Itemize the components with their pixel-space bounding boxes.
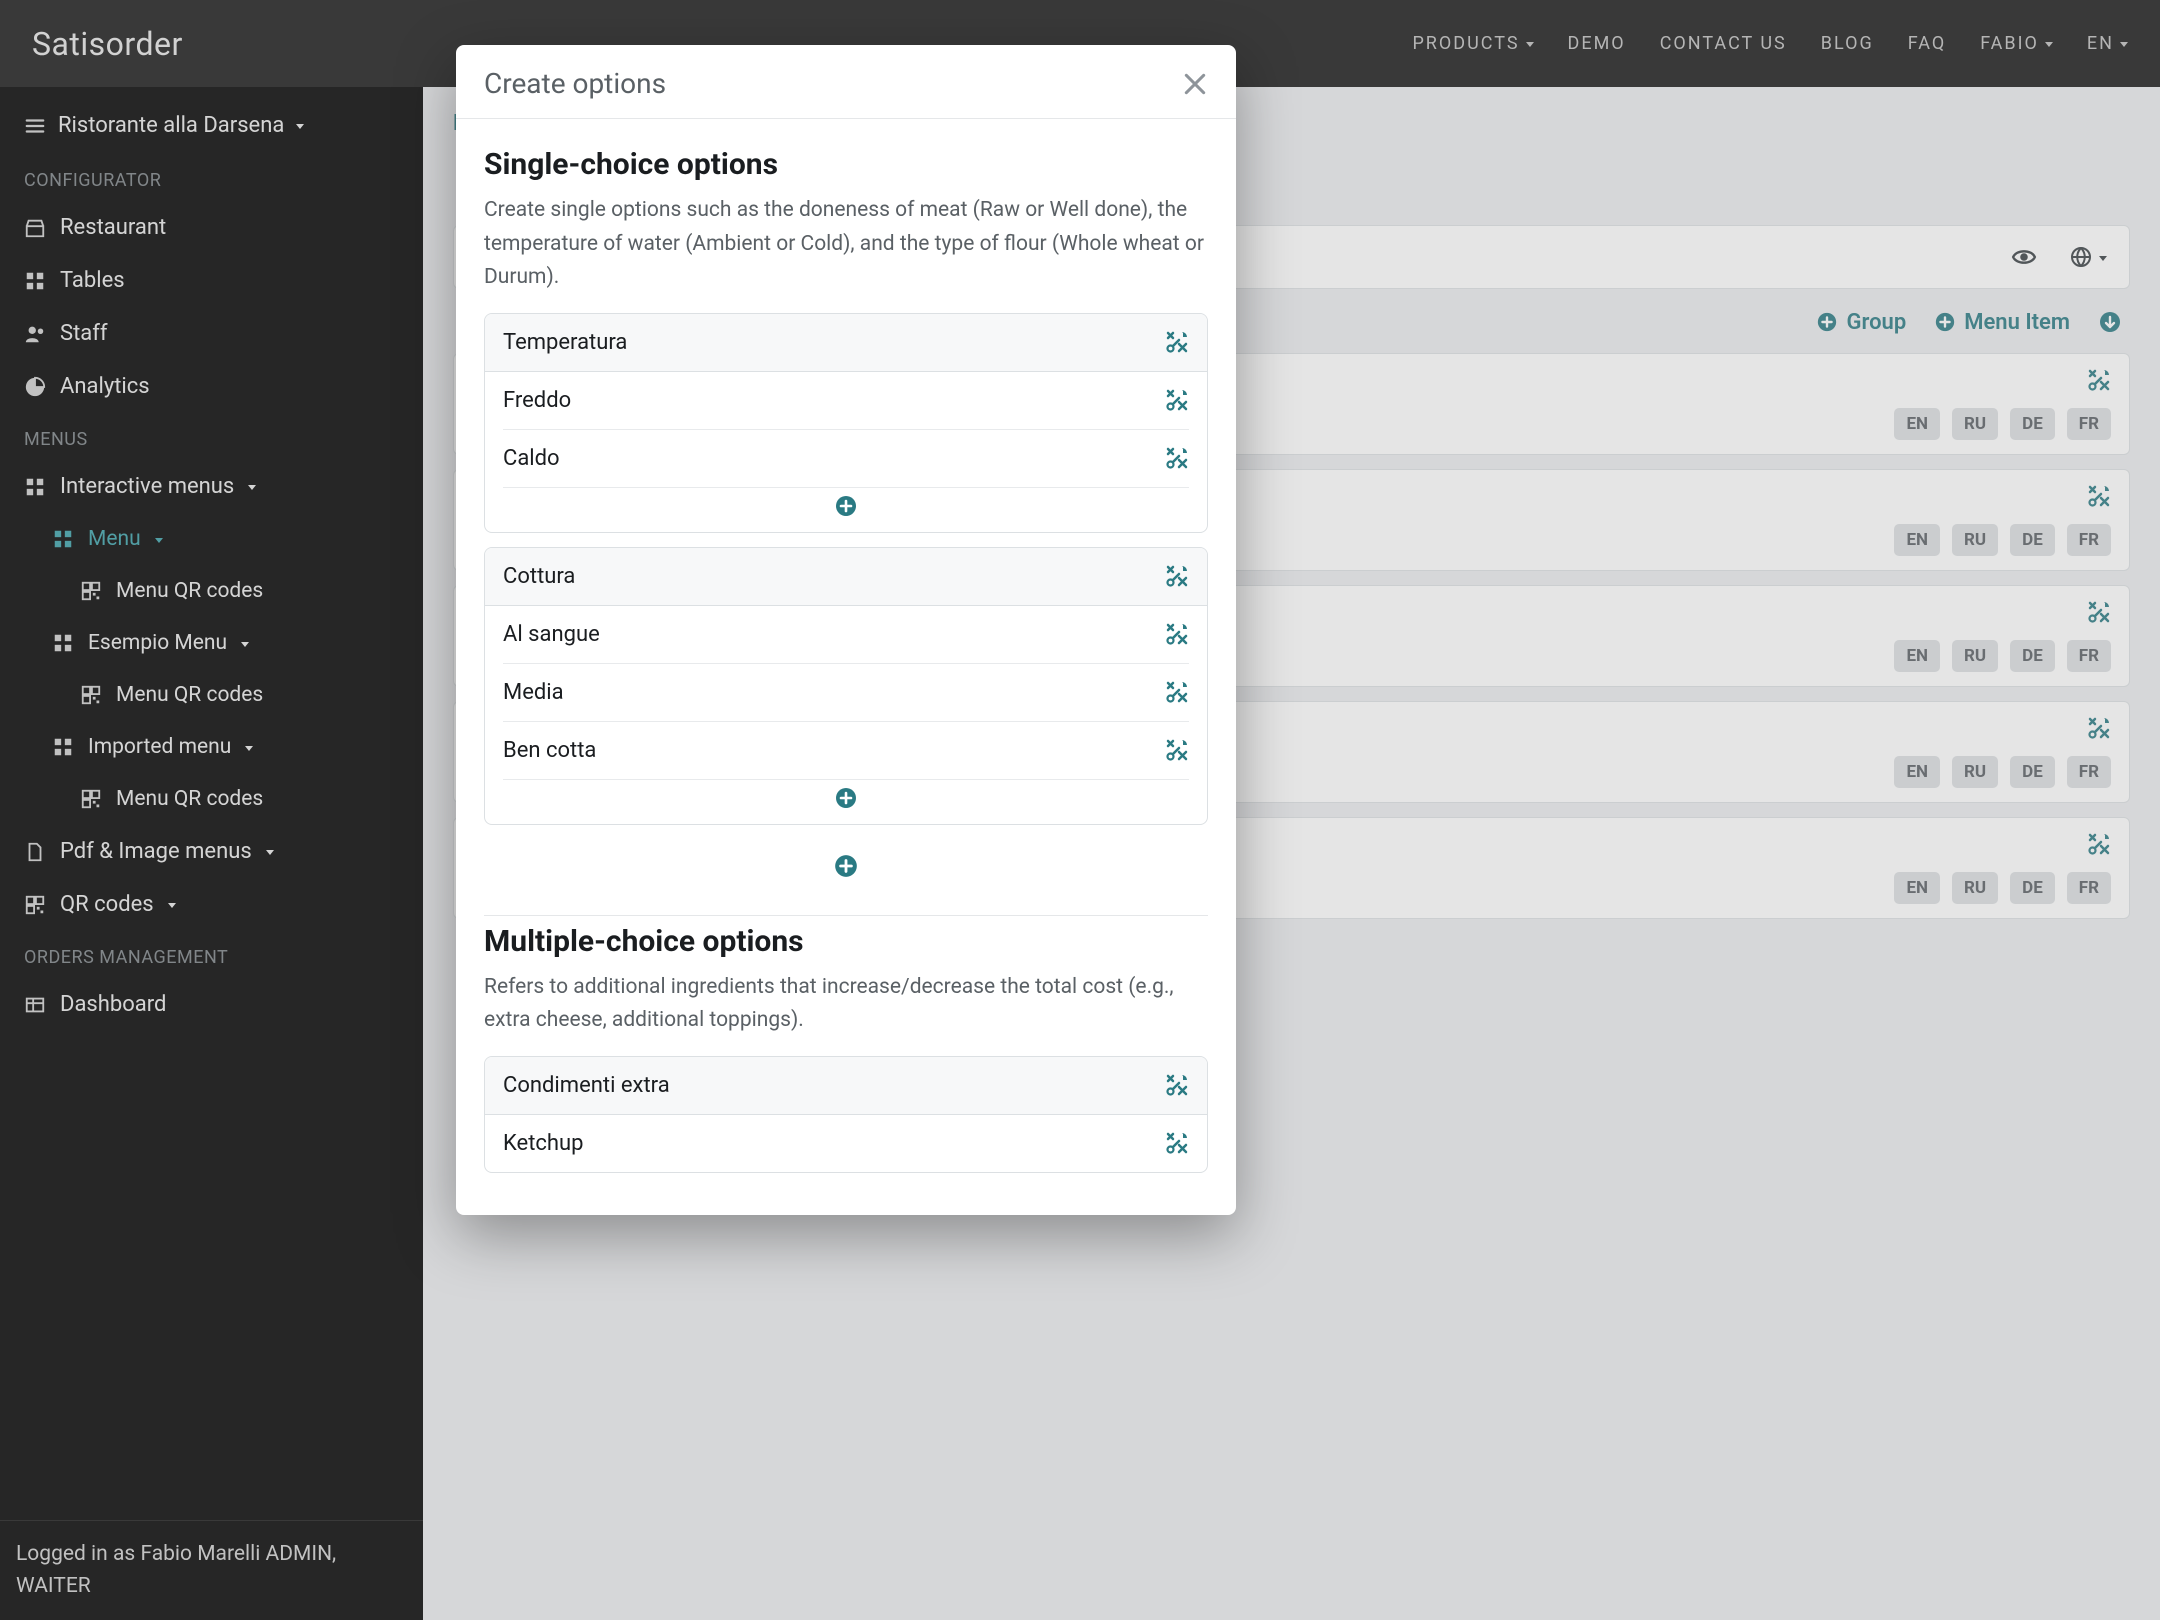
edit-group-button[interactable] bbox=[1165, 1073, 1189, 1097]
option-group-header: Temperatura bbox=[485, 314, 1207, 372]
option-label: Caldo bbox=[503, 446, 560, 471]
option-label: Al sangue bbox=[503, 622, 600, 647]
add-option-button[interactable] bbox=[834, 786, 858, 810]
edit-group-button[interactable] bbox=[1165, 564, 1189, 588]
option-label: Freddo bbox=[503, 388, 571, 413]
option-label: Ben cotta bbox=[503, 738, 596, 763]
option-row: Media bbox=[503, 664, 1189, 722]
option-row: Ketchup bbox=[503, 1115, 1189, 1172]
option-group-name: Condimenti extra bbox=[503, 1073, 670, 1098]
single-choice-heading: Single-choice options bbox=[484, 147, 1208, 182]
add-option-button[interactable] bbox=[834, 494, 858, 518]
edit-option-button[interactable] bbox=[1165, 388, 1189, 412]
option-group: Condimenti extra Ketchup bbox=[484, 1056, 1208, 1173]
multiple-choice-description: Refers to additional ingredients that in… bbox=[484, 971, 1208, 1038]
option-group: Cottura Al sangue Media Ben cotta bbox=[484, 547, 1208, 825]
edit-option-button[interactable] bbox=[1165, 622, 1189, 646]
edit-option-button[interactable] bbox=[1165, 738, 1189, 762]
close-button[interactable] bbox=[1182, 71, 1208, 97]
option-row: Al sangue bbox=[503, 606, 1189, 664]
option-label: Ketchup bbox=[503, 1131, 584, 1156]
edit-group-button[interactable] bbox=[1165, 330, 1189, 354]
edit-option-button[interactable] bbox=[1165, 446, 1189, 470]
edit-option-button[interactable] bbox=[1165, 1131, 1189, 1155]
option-group-name: Temperatura bbox=[503, 330, 627, 355]
edit-option-button[interactable] bbox=[1165, 680, 1189, 704]
option-row: Freddo bbox=[503, 372, 1189, 430]
option-group: Temperatura Freddo Caldo bbox=[484, 313, 1208, 533]
option-group-header: Condimenti extra bbox=[485, 1057, 1207, 1115]
modal-body: Single-choice options Create single opti… bbox=[456, 119, 1236, 1215]
option-group-header: Cottura bbox=[485, 548, 1207, 606]
modal-header: Create options bbox=[456, 45, 1236, 119]
single-choice-description: Create single options such as the donene… bbox=[484, 194, 1208, 295]
section-divider bbox=[484, 915, 1208, 916]
option-label: Media bbox=[503, 680, 564, 705]
option-group-name: Cottura bbox=[503, 564, 575, 589]
option-row: Caldo bbox=[503, 430, 1189, 488]
create-options-modal: Create options Single-choice options Cre… bbox=[456, 45, 1236, 1215]
multiple-choice-heading: Multiple-choice options bbox=[484, 924, 1208, 959]
add-single-group-button[interactable] bbox=[833, 853, 859, 879]
modal-title: Create options bbox=[484, 67, 666, 100]
option-row: Ben cotta bbox=[503, 722, 1189, 780]
